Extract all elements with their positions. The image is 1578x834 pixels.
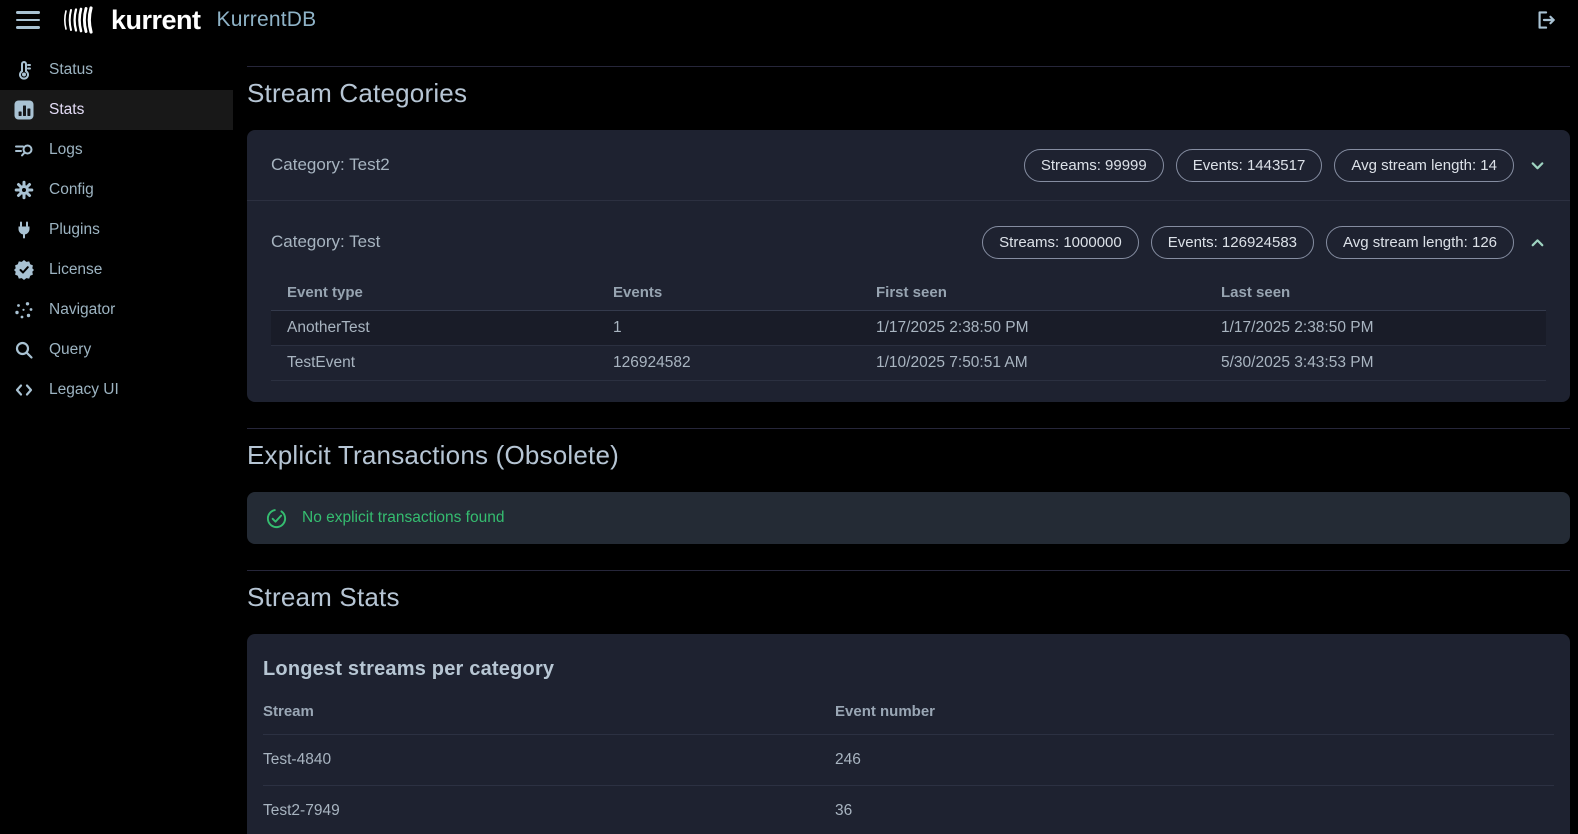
sidebar-item-config[interactable]: Config <box>0 170 233 210</box>
category-row-test2[interactable]: Category: Test2 Streams: 99999 Events: 1… <box>247 130 1570 200</box>
column-header-event-type: Event type <box>271 275 597 311</box>
logout-icon[interactable] <box>1532 7 1558 33</box>
sidebar-item-logs[interactable]: Logs <box>0 130 233 170</box>
column-header-stream: Stream <box>263 699 835 735</box>
stream-stats-title: Stream Stats <box>247 582 1570 613</box>
cell-events: 1 <box>597 311 860 346</box>
stream-stats-section: Stream Stats Longest streams per categor… <box>247 570 1570 834</box>
hamburger-menu-icon[interactable] <box>16 11 40 29</box>
cell-events: 126924582 <box>597 346 860 381</box>
column-header-last-seen: Last seen <box>1205 275 1546 311</box>
table-row[interactable]: AnotherTest 1 1/17/2025 2:38:50 PM 1/17/… <box>271 311 1546 346</box>
check-circle-icon <box>265 507 288 530</box>
kurrent-logo: kurrent <box>62 5 201 36</box>
no-transactions-message: No explicit transactions found <box>302 509 504 527</box>
app-title: KurrentDB <box>217 8 317 32</box>
streams-badge: Streams: 99999 <box>1024 149 1164 182</box>
category-label: Category: Test2 <box>271 155 390 175</box>
events-badge: Events: 126924583 <box>1151 226 1314 259</box>
cell-last-seen: 5/30/2025 3:43:53 PM <box>1205 346 1546 381</box>
longest-streams-table: Stream Event number Test-4840 246 Test2-… <box>263 699 1554 834</box>
category-row-test[interactable]: Category: Test Streams: 1000000 Events: … <box>247 201 1570 271</box>
sidebar-item-plugins[interactable]: Plugins <box>0 210 233 250</box>
cell-stream: Test-4840 <box>263 735 835 786</box>
event-types-table: Event type Events First seen Last seen A… <box>271 275 1546 381</box>
explicit-transactions-section: Explicit Transactions (Obsolete) No expl… <box>247 428 1570 544</box>
sidebar-item-label: License <box>49 261 102 279</box>
search-icon <box>14 340 34 360</box>
sidebar-item-label: Logs <box>49 141 83 159</box>
topbar: kurrent KurrentDB <box>0 0 1578 40</box>
stream-categories-card: Category: Test2 Streams: 99999 Events: 1… <box>247 130 1570 402</box>
cell-last-seen: 1/17/2025 2:38:50 PM <box>1205 311 1546 346</box>
avg-stream-length-badge: Avg stream length: 14 <box>1334 149 1514 182</box>
no-transactions-message-card: No explicit transactions found <box>247 492 1570 544</box>
explicit-transactions-title: Explicit Transactions (Obsolete) <box>247 440 1570 471</box>
stream-categories-title: Stream Categories <box>247 78 1570 109</box>
cell-event-number: 246 <box>835 735 1554 786</box>
category-label: Category: Test <box>271 232 380 252</box>
license-badge-icon <box>14 260 34 280</box>
stream-categories-section: Stream Categories Category: Test2 Stream… <box>247 66 1570 402</box>
sidebar-item-label: Status <box>49 61 93 79</box>
streams-badge: Streams: 1000000 <box>982 226 1139 259</box>
main-content: Stream Categories Category: Test2 Stream… <box>233 40 1578 834</box>
navigator-dots-icon <box>14 300 34 320</box>
longest-streams-card: Longest streams per category Stream Even… <box>247 634 1570 834</box>
longest-streams-card-title: Longest streams per category <box>263 658 1554 681</box>
gear-icon <box>14 180 34 200</box>
bar-chart-icon <box>14 100 34 120</box>
sidebar-item-label: Plugins <box>49 221 100 239</box>
brand-name: kurrent <box>111 5 201 36</box>
sidebar-item-license[interactable]: License <box>0 250 233 290</box>
code-brackets-icon <box>14 380 34 400</box>
sidebar-item-legacy-ui[interactable]: Legacy UI <box>0 370 233 410</box>
sidebar-item-query[interactable]: Query <box>0 330 233 370</box>
chevron-up-icon <box>1529 234 1546 251</box>
sidebar-item-stats[interactable]: Stats <box>0 90 233 130</box>
log-search-icon <box>14 140 34 160</box>
table-row[interactable]: TestEvent 126924582 1/10/2025 7:50:51 AM… <box>271 346 1546 381</box>
thermometer-icon <box>14 60 34 80</box>
cell-event-type: AnotherTest <box>271 311 597 346</box>
column-header-event-number: Event number <box>835 699 1554 735</box>
events-badge: Events: 1443517 <box>1176 149 1323 182</box>
sidebar: Status Stats <box>0 40 233 834</box>
column-header-events: Events <box>597 275 860 311</box>
table-row[interactable]: Test-4840 246 <box>263 735 1554 786</box>
expand-category-button[interactable] <box>1529 157 1546 174</box>
sidebar-item-status[interactable]: Status <box>0 50 233 90</box>
cell-event-type: TestEvent <box>271 346 597 381</box>
cell-stream: Test2-7949 <box>263 786 835 834</box>
sidebar-item-label: Query <box>49 341 91 359</box>
cell-event-number: 36 <box>835 786 1554 834</box>
collapse-category-button[interactable] <box>1529 234 1546 251</box>
plug-icon <box>14 220 34 240</box>
sidebar-item-label: Navigator <box>49 301 115 319</box>
cell-first-seen: 1/10/2025 7:50:51 AM <box>860 346 1205 381</box>
cell-first-seen: 1/17/2025 2:38:50 PM <box>860 311 1205 346</box>
sidebar-item-navigator[interactable]: Navigator <box>0 290 233 330</box>
logo-waves-icon <box>62 5 104 35</box>
table-row[interactable]: Test2-7949 36 <box>263 786 1554 834</box>
column-header-first-seen: First seen <box>860 275 1205 311</box>
chevron-down-icon <box>1529 157 1546 174</box>
sidebar-item-label: Legacy UI <box>49 381 119 399</box>
avg-stream-length-badge: Avg stream length: 126 <box>1326 226 1514 259</box>
sidebar-item-label: Config <box>49 181 94 199</box>
sidebar-item-label: Stats <box>49 101 84 119</box>
